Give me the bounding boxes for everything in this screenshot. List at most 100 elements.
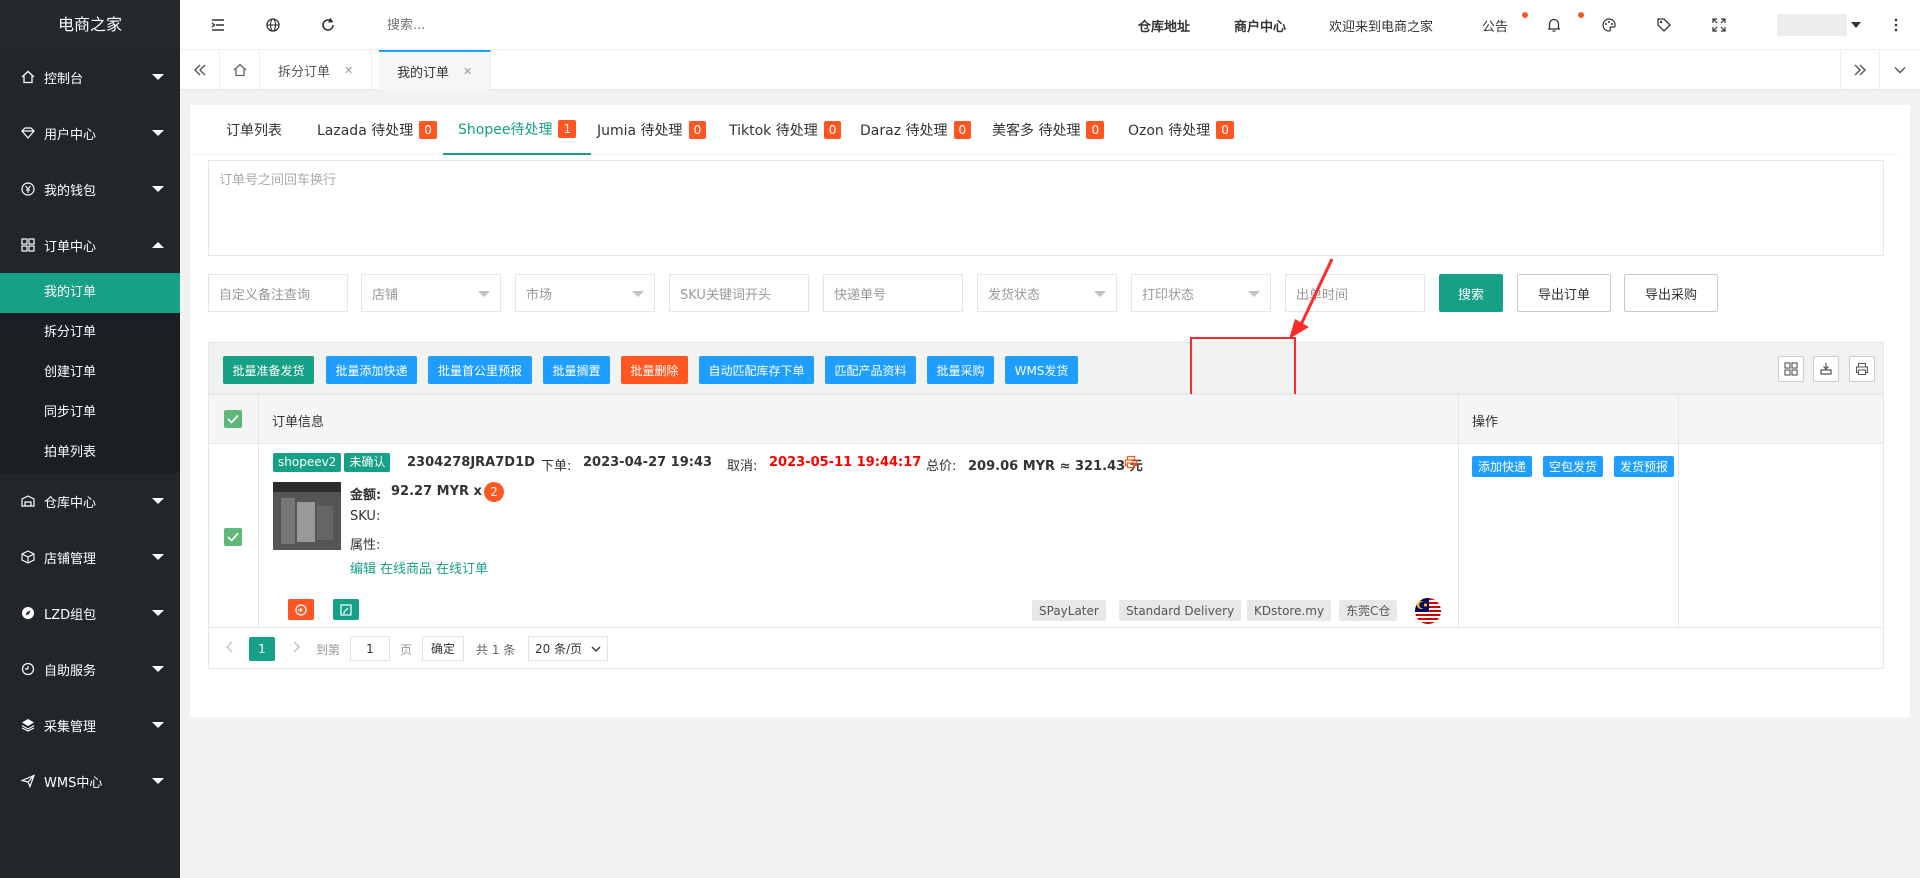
print-status-select[interactable]: 打印状态 [1131, 274, 1271, 312]
tab-mercado[interactable]: 美客多 待处理 0 [992, 105, 1105, 155]
row-checkbox[interactable] [224, 528, 242, 546]
warehouse-address-link[interactable]: 仓库地址 [1138, 16, 1190, 35]
chevron-down-icon[interactable] [1850, 20, 1866, 36]
count-badge: 0 [953, 121, 972, 139]
sidebar-item-collect[interactable]: 采集管理 [0, 697, 180, 753]
online-order-link[interactable]: 在线订单 [436, 562, 488, 577]
ship-status-select[interactable]: 发货状态 [977, 274, 1117, 312]
remark-search-input[interactable]: 自定义备注查询 [208, 274, 348, 312]
prev-page-icon[interactable] [225, 641, 235, 653]
sidebar-item-lzd-pack[interactable]: LZD组包 [0, 585, 180, 641]
add-courier-button[interactable]: 添加快递 [1472, 456, 1533, 477]
shop-select[interactable]: 店铺 [361, 274, 501, 312]
export-purchase-button[interactable]: 导出采购 [1624, 274, 1718, 312]
divider [1678, 395, 1679, 443]
divider [1458, 444, 1459, 628]
bulk-add-courier-button[interactable]: 批量添加快递 [326, 356, 417, 384]
market-select[interactable]: 市场 [515, 274, 655, 312]
sidebar-item-label: LZD组包 [44, 607, 97, 623]
close-icon[interactable]: ✕ [344, 64, 353, 77]
bulk-hold-button[interactable]: 批量搁置 [543, 356, 610, 384]
goto-confirm-button[interactable]: 确定 [422, 636, 465, 661]
sidebar-item-orders[interactable]: 订单中心 [0, 217, 180, 273]
quantity-badge: 2 [484, 482, 504, 502]
refund-icon[interactable] [288, 599, 314, 620]
tab-my-orders[interactable]: 我的订单 ✕ [379, 50, 492, 90]
menu-toggle-icon[interactable] [210, 17, 226, 33]
sidebar-item-wms[interactable]: WMS中心 [0, 753, 180, 809]
bell-dot [1578, 12, 1584, 18]
tab-jumia[interactable]: Jumia 待处理 0 [597, 105, 707, 155]
bulk-first-mile-button[interactable]: 批量首公里预报 [428, 356, 532, 384]
ship-forecast-button[interactable]: 发货预报 [1614, 456, 1675, 477]
sidebar-subitem-my-orders[interactable]: 我的订单 [0, 273, 180, 313]
tab-daraz[interactable]: Daraz 待处理 0 [860, 105, 972, 155]
notice-link[interactable]: 公告 [1482, 16, 1508, 35]
tab-tiktok[interactable]: Tiktok 待处理 0 [729, 105, 842, 155]
home-tab[interactable] [220, 50, 260, 90]
page-1-button[interactable]: 1 [249, 637, 275, 661]
sidebar-item-users[interactable]: 用户中心 [0, 105, 180, 161]
sidebar-subitem-split-orders[interactable]: 拆分订单 [0, 313, 180, 353]
tabs-scroll-left[interactable] [180, 50, 220, 90]
export-icon[interactable] [1813, 356, 1839, 382]
fullscreen-icon[interactable] [1711, 17, 1727, 33]
empty-package-ship-button[interactable]: 空包发货 [1543, 456, 1604, 477]
palette-icon[interactable] [1601, 17, 1617, 33]
online-product-link[interactable]: 在线商品 [380, 562, 432, 577]
divider [258, 444, 259, 628]
per-page-select[interactable]: 20 条/页 [528, 636, 608, 661]
avatar[interactable] [1777, 14, 1847, 36]
match-product-info-button[interactable]: 匹配产品资料 [825, 356, 916, 384]
sidebar-subitem-create-order[interactable]: 创建订单 [0, 353, 180, 393]
sidebar-item-shops[interactable]: 店铺管理 [0, 529, 180, 585]
edit-link[interactable]: 编辑 [350, 562, 376, 577]
tab-order-list[interactable]: 订单列表 [226, 105, 282, 155]
divider [258, 395, 259, 443]
print-status-icon[interactable] [1124, 455, 1138, 469]
order-number-textarea[interactable] [208, 160, 1884, 256]
tracking-number-input[interactable]: 快递单号 [823, 274, 963, 312]
refresh-icon[interactable] [320, 17, 336, 33]
product-image-band [273, 482, 341, 492]
search-input[interactable] [387, 15, 587, 35]
globe-icon[interactable] [265, 17, 281, 33]
tab-split-orders[interactable]: 拆分订单 ✕ [260, 50, 373, 90]
count-badge: 0 [1086, 121, 1105, 139]
bulk-purchase-button[interactable]: 批量采购 [927, 356, 994, 384]
bulk-delete-button[interactable]: 批量删除 [621, 356, 688, 384]
close-icon[interactable]: ✕ [463, 65, 472, 78]
product-image[interactable] [273, 482, 341, 550]
sidebar-item-self-service[interactable]: 自助服务 [0, 641, 180, 697]
sidebar-item-wallet[interactable]: 我的钱包 [0, 161, 180, 217]
order-links: 编辑 在线商品 在线订单 [350, 558, 492, 577]
tab-shopee[interactable]: Shopee待处理 1 [443, 105, 592, 155]
tabs-scroll-right[interactable] [1840, 50, 1880, 90]
export-orders-button[interactable]: 导出订单 [1517, 274, 1611, 312]
note-edit-icon[interactable] [333, 599, 359, 620]
tabs-menu[interactable] [1880, 50, 1920, 90]
sidebar-item-warehouse[interactable]: 仓库中心 [0, 473, 180, 529]
search-button[interactable]: 搜索 [1439, 274, 1503, 312]
sidebar-item-dashboard[interactable]: 控制台 [0, 49, 180, 105]
tab-lazada[interactable]: Lazada 待处理 0 [317, 105, 437, 155]
bulk-prepare-ship-button[interactable]: 批量准备发货 [223, 356, 314, 384]
divider [1458, 395, 1459, 443]
more-vertical-icon[interactable] [1888, 17, 1904, 33]
tab-label: Shopee待处理 [458, 122, 553, 138]
goto-page-input[interactable]: 1 [350, 636, 390, 661]
auto-match-stock-button[interactable]: 自动匹配库存下单 [699, 356, 814, 384]
tag-icon[interactable] [1656, 17, 1672, 33]
total-price-label: 总价: [926, 459, 957, 474]
sidebar-subitem-sync-orders[interactable]: 同步订单 [0, 393, 180, 433]
bell-icon[interactable] [1546, 17, 1562, 33]
tab-ozon[interactable]: Ozon 待处理 0 [1128, 105, 1234, 155]
sidebar-subitem-photo-orders[interactable]: 拍单列表 [0, 433, 180, 473]
print-icon[interactable] [1849, 356, 1875, 382]
select-all-checkbox[interactable] [224, 410, 242, 428]
columns-icon[interactable] [1778, 356, 1804, 382]
wms-ship-button[interactable]: WMS发货 [1005, 356, 1078, 384]
next-page-icon[interactable] [291, 641, 301, 653]
merchant-center-link[interactable]: 商户中心 [1234, 16, 1286, 35]
sku-keyword-input[interactable]: SKU关键词开头 [669, 274, 809, 312]
